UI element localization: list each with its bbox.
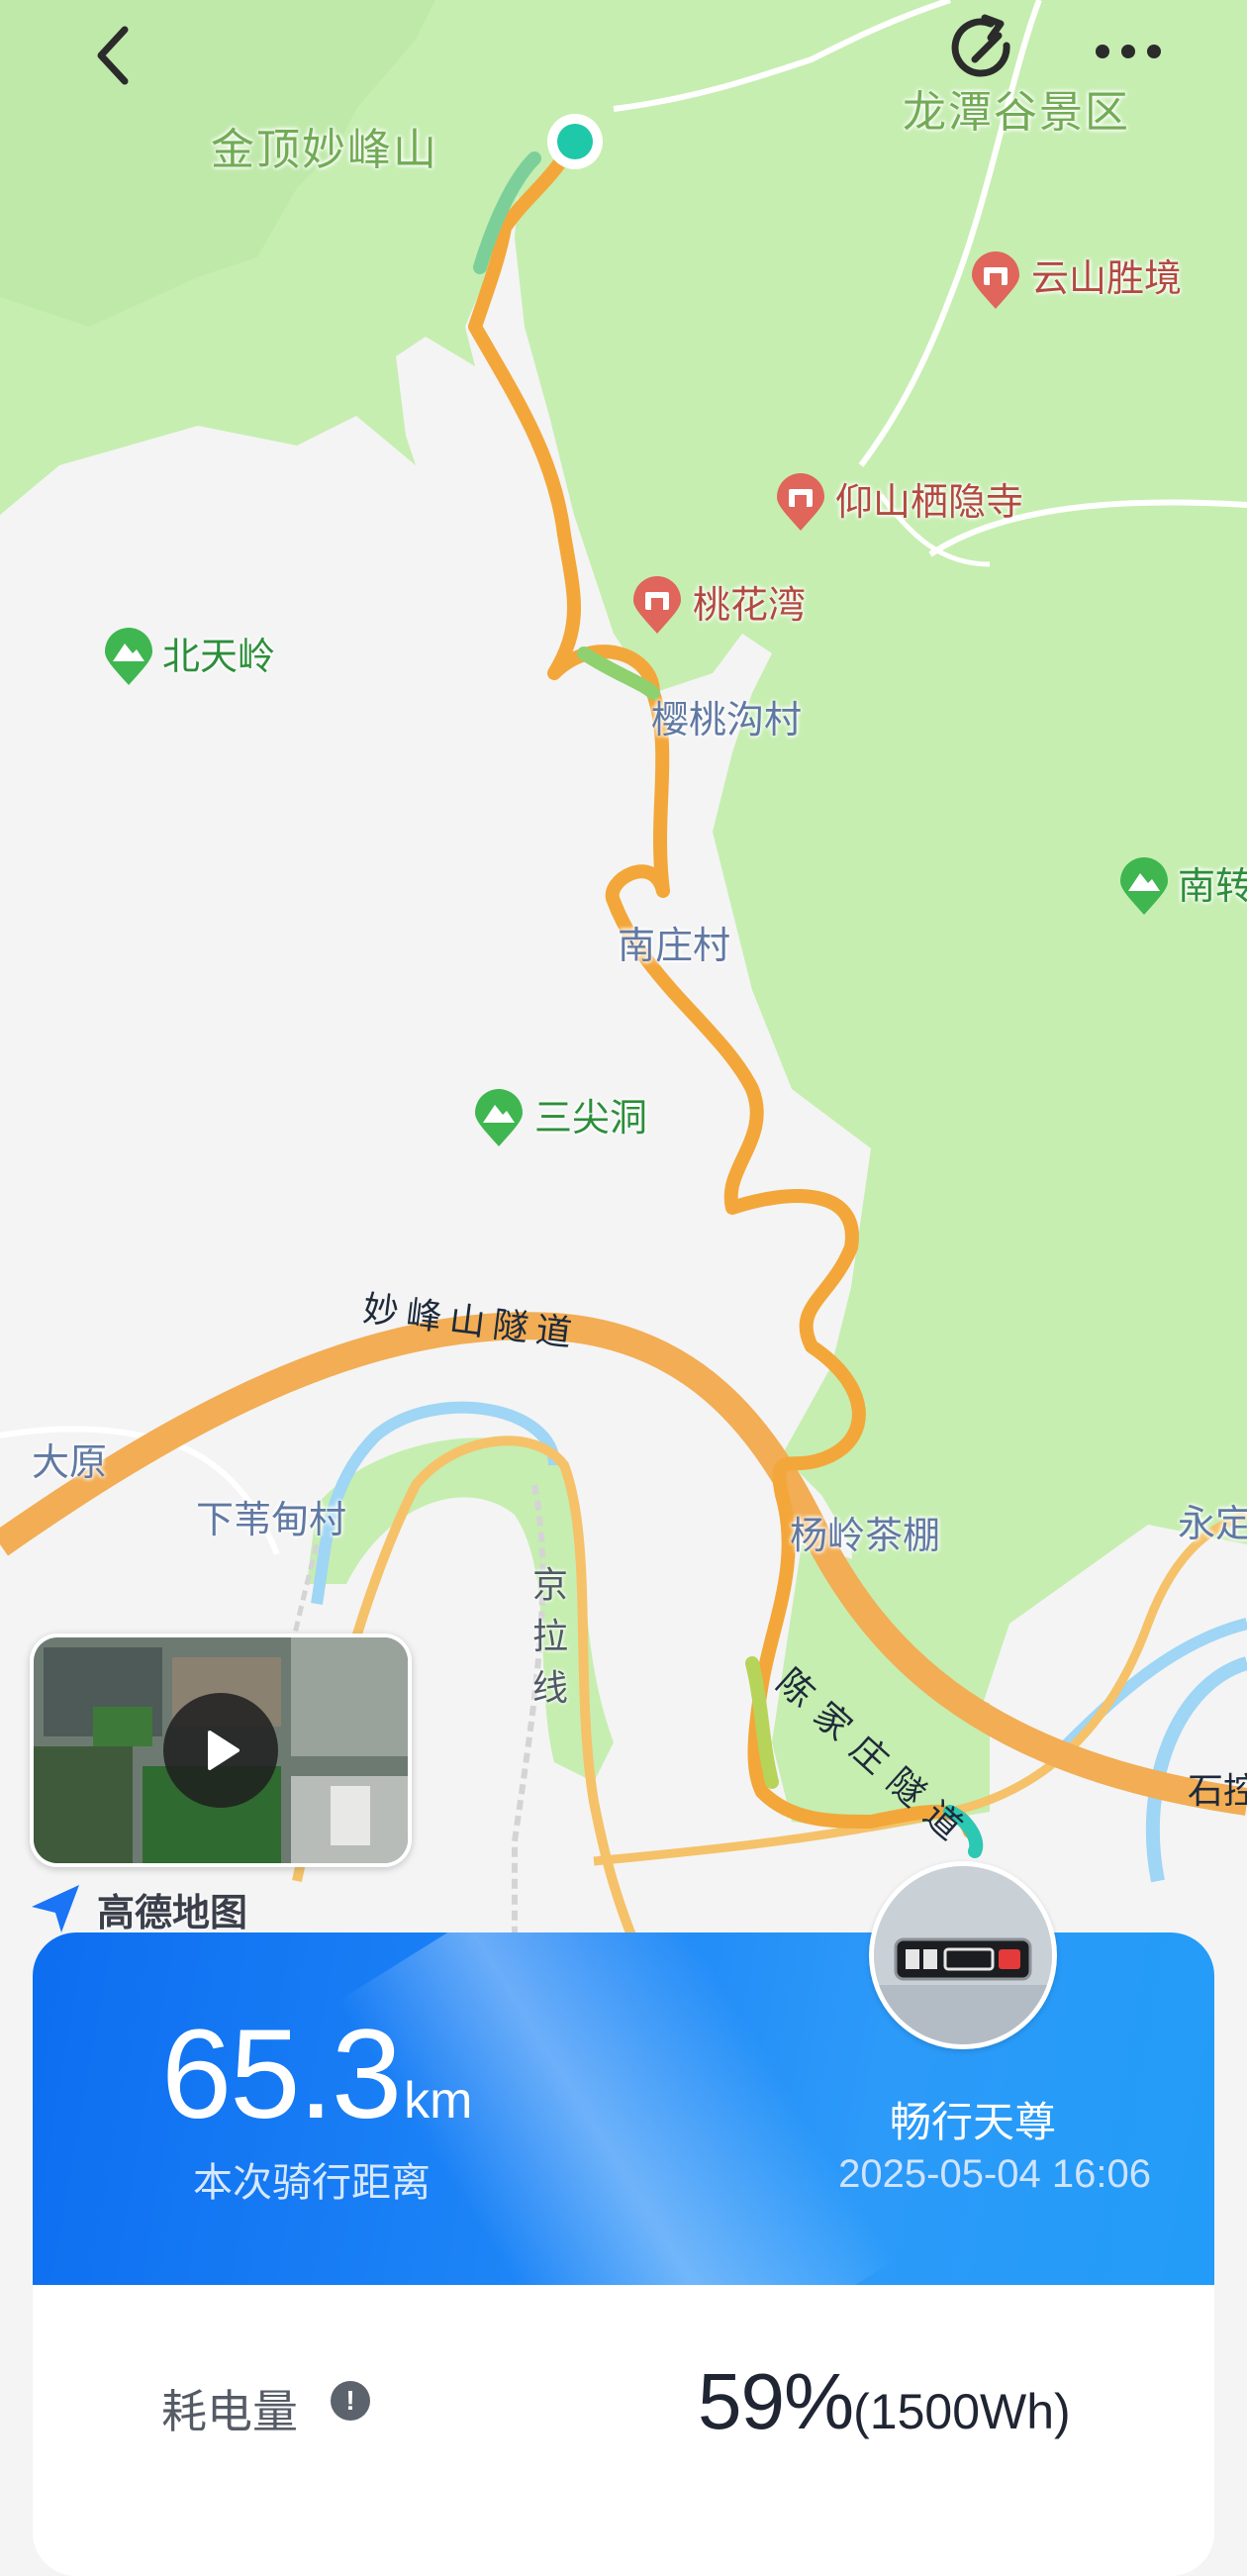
map-label-yingtaogou: 樱桃沟村 — [651, 698, 803, 742]
info-icon[interactable]: ! — [331, 2381, 370, 2421]
scooter-badge-image — [874, 1866, 1052, 2044]
map-label-yunshan[interactable]: 云山胜境 — [1031, 259, 1182, 297]
energy-percent: 59% — [698, 2357, 854, 2445]
ride-distance-unit: km — [404, 2072, 473, 2130]
ride-distance-value: 65.3 — [161, 2004, 402, 2145]
map-label-sanjiandong[interactable]: 三尖洞 — [534, 1099, 647, 1137]
ride-distance: 65.3km — [161, 2002, 472, 2147]
amap-arrow-icon — [32, 1885, 79, 1932]
map-label-nanzhuan[interactable]: 南转 — [1178, 867, 1247, 905]
map-label-jinding: 金顶妙峰山 — [211, 125, 438, 175]
map-label-nanzhuang: 南庄村 — [618, 924, 731, 967]
share-button[interactable] — [945, 12, 1024, 91]
energy-consumption-label: 耗电量 — [161, 2385, 298, 2438]
satellite-thumbnail — [34, 1637, 408, 1863]
map-label-yangling: 杨岭茶棚 — [790, 1514, 941, 1557]
share-arrow-icon — [951, 14, 1010, 77]
map-provider-name: 高德地图 — [97, 1890, 248, 1934]
poi-pin-icon — [972, 251, 1019, 309]
energy-capacity: (1500Wh) — [853, 2384, 1071, 2439]
chevron-left-icon — [97, 26, 129, 85]
back-button[interactable] — [85, 20, 144, 91]
mountain-pin-icon — [105, 628, 152, 685]
avatar[interactable] — [869, 1861, 1057, 2049]
map-label-shi: 石控 — [1188, 1771, 1247, 1812]
poi-pin-icon — [633, 576, 681, 634]
map-label-yangshan[interactable]: 仰山栖隐寺 — [835, 483, 1023, 521]
map-label-jingla: 京拉线 — [531, 1565, 568, 1709]
map-label-xiaweidian: 下苇甸村 — [196, 1498, 347, 1541]
energy-consumption-value: 59%(1500Wh) — [698, 2356, 1071, 2447]
more-dots-icon — [1096, 45, 1161, 58]
map-label-longtan: 龙潭谷景区 — [903, 87, 1130, 138]
mountain-pin-icon — [475, 1089, 523, 1146]
rider-name: 畅行天尊 — [889, 2098, 1056, 2146]
ride-timestamp: 2025-05-04 16:06 — [838, 2152, 1151, 2196]
mountain-pin-icon — [1120, 857, 1168, 915]
map-label-taohuawan[interactable]: 桃花湾 — [693, 586, 806, 624]
satellite-preview-button[interactable] — [30, 1634, 412, 1867]
map-label-beitianling[interactable]: 北天岭 — [162, 638, 275, 675]
ride-summary-card: 65.3km 本次骑行距离 畅行天尊 2025-05-04 16:06 耗电量 — [33, 1932, 1214, 2576]
ride-distance-label: 本次骑行距离 — [193, 2160, 431, 2206]
map-label-yongding: 永定 — [1178, 1502, 1247, 1545]
map-label-dayuan: 大原 — [32, 1440, 108, 1484]
map-provider-logo: 高德地图 — [28, 1881, 247, 1936]
more-button[interactable] — [1089, 24, 1168, 79]
poi-pin-icon — [777, 473, 824, 531]
